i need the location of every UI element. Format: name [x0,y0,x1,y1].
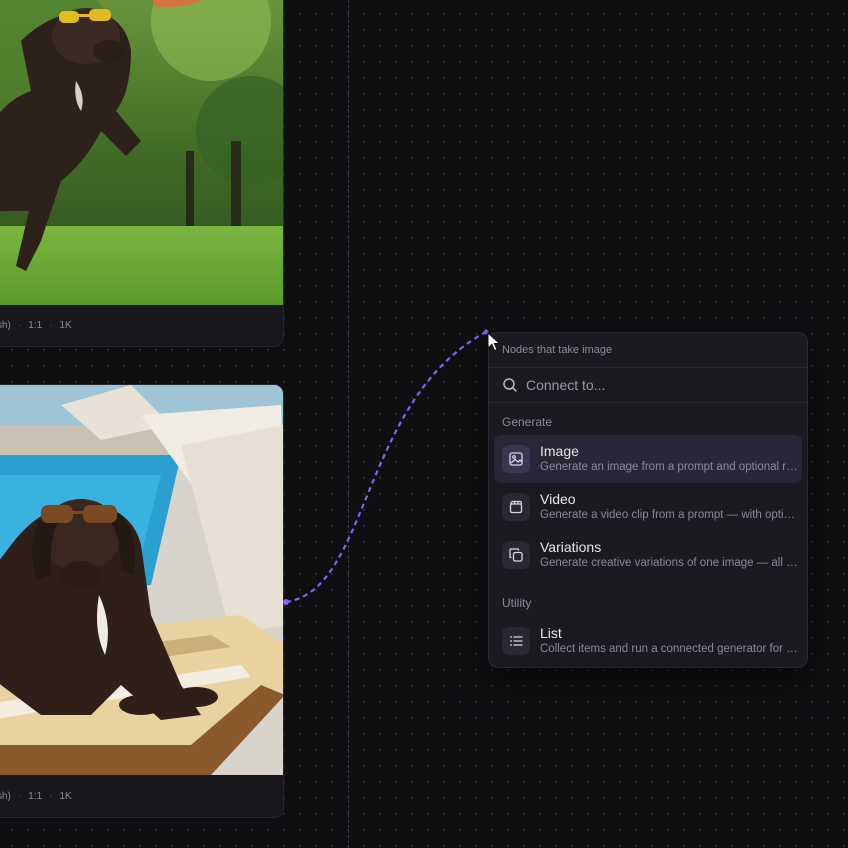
image-node-card[interactable]: sh) · 1:1 · 1K [0,384,284,818]
model-label: sh) [0,319,11,331]
search-icon [503,378,517,392]
section-label-generate: Generate [502,415,553,429]
menu-search[interactable] [489,367,807,403]
aspect-ratio-label: 1:1 [28,790,43,802]
menu-item-title: Image [540,443,579,459]
menu-item-image[interactable]: Image Generate an image from a prompt an… [494,435,802,483]
connect-menu: Nodes that take image Generate Image Gen… [488,332,808,668]
menu-item-title: List [540,625,562,641]
menu-item-variations[interactable]: Variations Generate creative variations … [494,531,802,579]
aspect-ratio-label: 1:1 [28,319,43,331]
menu-item-desc: Generate creative variations of one imag… [540,557,798,569]
resolution-label: 1K [59,790,72,802]
model-label: sh) [0,790,11,802]
menu-item-title: Video [540,491,576,507]
menu-item-video[interactable]: Video Generate a video clip from a promp… [494,483,802,531]
image-icon [502,445,530,473]
menu-header: Nodes that take image [502,344,613,356]
menu-item-desc: Collect items and run a connected genera… [540,643,798,655]
section-label-utility: Utility [502,596,532,610]
image-node-card[interactable]: sh) · 1:1 · 1K [0,0,284,347]
node-output-image[interactable] [0,0,283,305]
menu-item-desc: Generate an image from a prompt and opti… [540,461,798,473]
video-icon [502,493,530,521]
variations-icon [502,541,530,569]
resolution-label: 1K [59,319,72,331]
node-meta: sh) · 1:1 · 1K [0,775,283,817]
mouse-cursor-icon [487,332,501,352]
list-icon [502,627,530,655]
menu-item-title: Variations [540,539,602,555]
connect-search-input[interactable] [526,377,786,393]
workflow-canvas[interactable]: sh) · 1:1 · 1K [0,0,848,848]
node-output-image[interactable] [0,385,283,775]
menu-item-list[interactable]: List Collect items and run a connected g… [494,617,802,665]
guide-line [348,0,349,848]
node-meta: sh) · 1:1 · 1K [0,304,283,346]
menu-item-desc: Generate a video clip from a prompt — wi… [540,509,798,521]
